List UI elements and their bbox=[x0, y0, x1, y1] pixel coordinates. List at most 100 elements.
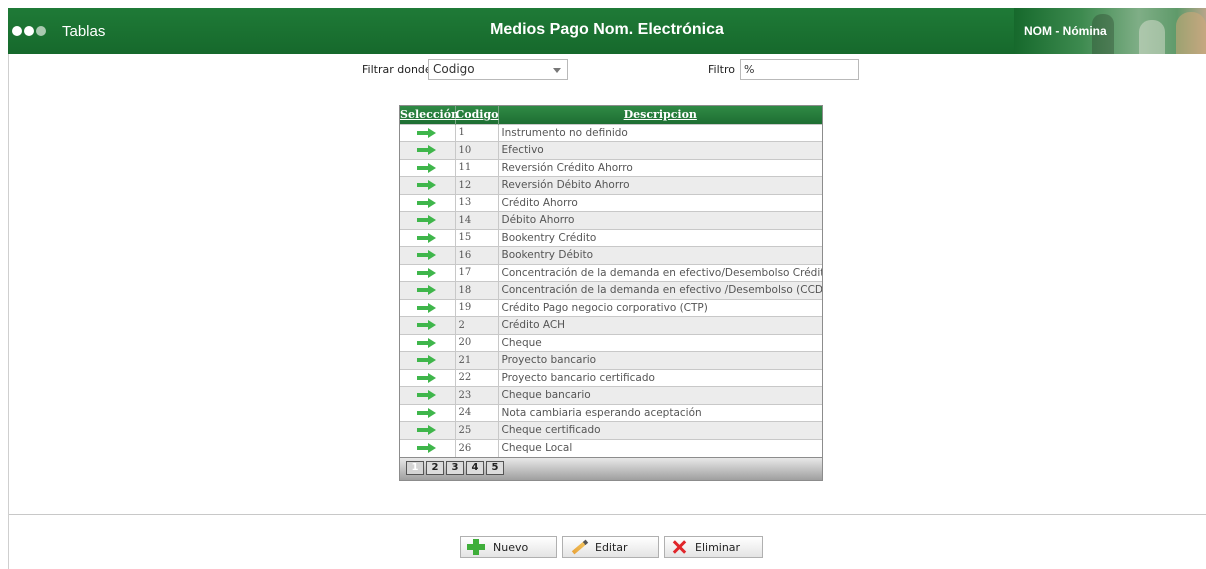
divider bbox=[9, 514, 1206, 515]
code-cell: 25 bbox=[455, 421, 499, 439]
plus-icon bbox=[467, 539, 485, 555]
select-arrow-icon[interactable] bbox=[417, 355, 437, 366]
select-arrow-icon[interactable] bbox=[417, 250, 437, 261]
table-row[interactable]: 1 Instrumento no definido bbox=[400, 123, 822, 142]
table-row[interactable]: 26 Cheque Local bbox=[400, 438, 822, 457]
page-button[interactable]: 4 bbox=[466, 460, 484, 475]
filter-input[interactable] bbox=[740, 59, 859, 80]
select-cell[interactable] bbox=[400, 386, 456, 404]
table-row[interactable]: 20 Cheque bbox=[400, 333, 822, 352]
select-arrow-icon[interactable] bbox=[417, 407, 437, 418]
description-cell: Proyecto bancario certificado bbox=[498, 368, 822, 387]
description-cell: Cheque Local bbox=[498, 438, 822, 457]
column-header-seleccion[interactable]: Selección bbox=[400, 106, 459, 124]
filter-where-label: Filtrar donde bbox=[362, 63, 432, 76]
select-cell[interactable] bbox=[400, 403, 456, 422]
page-button[interactable]: 3 bbox=[446, 460, 464, 475]
table-row[interactable]: 11 Reversión Crédito Ahorro bbox=[400, 158, 822, 177]
table-row[interactable]: 14 Débito Ahorro bbox=[400, 211, 822, 229]
new-button-label: Nuevo bbox=[493, 540, 529, 554]
table-row[interactable]: 17 Concentración de la demanda en efectiv… bbox=[400, 263, 822, 282]
table-row[interactable]: 25 Cheque certificado bbox=[400, 421, 822, 439]
select-arrow-icon[interactable] bbox=[417, 443, 437, 453]
code-cell: 14 bbox=[455, 211, 499, 229]
window-dots-icon[interactable] bbox=[12, 26, 46, 36]
select-cell[interactable] bbox=[400, 158, 456, 177]
select-cell[interactable] bbox=[400, 141, 456, 159]
delete-button-label: Eliminar bbox=[695, 540, 741, 554]
table-row[interactable]: 16 Bookentry Débito bbox=[400, 246, 822, 264]
table-row[interactable]: 18 Concentración de la demanda en efectiv… bbox=[400, 281, 822, 299]
table-row[interactable]: 19 Crédito Pago negocio corporativo (CTP) bbox=[400, 298, 822, 317]
select-cell[interactable] bbox=[400, 263, 456, 282]
table-row[interactable]: 22 Proyecto bancario certificado bbox=[400, 368, 822, 387]
table-row[interactable]: 2 Crédito ACH bbox=[400, 316, 822, 334]
pencil-icon bbox=[569, 539, 587, 555]
select-arrow-icon[interactable] bbox=[417, 372, 437, 383]
table-row[interactable]: 10 Efectivo bbox=[400, 141, 822, 159]
code-cell: 23 bbox=[455, 386, 499, 404]
select-cell[interactable] bbox=[400, 193, 456, 212]
select-cell[interactable] bbox=[400, 228, 456, 247]
code-cell: 26 bbox=[455, 438, 499, 457]
filter-field-select[interactable]: Codigo bbox=[428, 59, 568, 80]
code-cell: 22 bbox=[455, 368, 499, 387]
select-arrow-icon[interactable] bbox=[417, 180, 437, 191]
dot-icon bbox=[24, 26, 34, 36]
select-arrow-icon[interactable] bbox=[417, 390, 437, 401]
table-row[interactable]: 23 Cheque bancario bbox=[400, 386, 822, 404]
select-cell[interactable] bbox=[400, 211, 456, 229]
delete-button[interactable]: Eliminar bbox=[664, 536, 763, 558]
table-row[interactable]: 13 Crédito Ahorro bbox=[400, 193, 822, 212]
table-row[interactable]: 12 Reversión Débito Ahorro bbox=[400, 176, 822, 194]
select-arrow-icon[interactable] bbox=[417, 425, 437, 436]
select-cell[interactable] bbox=[400, 421, 456, 439]
description-cell: Crédito Pago negocio corporativo (CTP) bbox=[498, 298, 822, 317]
select-cell[interactable] bbox=[400, 298, 456, 317]
code-cell: 15 bbox=[455, 228, 499, 247]
select-cell[interactable] bbox=[400, 316, 456, 334]
title-bar: Tablas Medios Pago Nom. Electrónica NOM … bbox=[8, 8, 1206, 54]
select-cell[interactable] bbox=[400, 351, 456, 369]
description-cell: Proyecto bancario bbox=[498, 351, 822, 369]
select-cell[interactable] bbox=[400, 281, 456, 299]
code-cell: 12 bbox=[455, 176, 499, 194]
filter-field-value: Codigo bbox=[433, 62, 475, 76]
select-arrow-icon[interactable] bbox=[417, 197, 437, 208]
code-cell: 10 bbox=[455, 141, 499, 159]
select-arrow-icon[interactable] bbox=[417, 320, 437, 331]
select-arrow-icon[interactable] bbox=[417, 215, 437, 226]
description-cell: Instrumento no definido bbox=[498, 123, 822, 142]
column-header-codigo[interactable]: Codigo bbox=[455, 106, 499, 124]
banner-person-image bbox=[1139, 20, 1165, 54]
select-arrow-icon[interactable] bbox=[417, 145, 437, 156]
select-arrow-icon[interactable] bbox=[417, 285, 437, 296]
select-arrow-icon[interactable] bbox=[417, 302, 437, 313]
select-cell[interactable] bbox=[400, 176, 456, 194]
select-arrow-icon[interactable] bbox=[417, 127, 437, 138]
page-button[interactable]: 5 bbox=[486, 460, 504, 475]
select-arrow-icon[interactable] bbox=[417, 267, 437, 278]
page-button[interactable]: 2 bbox=[426, 460, 444, 475]
column-header-descripcion[interactable]: Descripcion bbox=[498, 106, 822, 124]
select-cell[interactable] bbox=[400, 438, 456, 457]
table-row[interactable]: 24 Nota cambiaria esperando aceptación bbox=[400, 403, 822, 422]
table-row[interactable]: 21 Proyecto bancario bbox=[400, 351, 822, 369]
filter-label: Filtro bbox=[708, 63, 735, 76]
table-row[interactable]: 15 Bookentry Crédito bbox=[400, 228, 822, 247]
new-button[interactable]: Nuevo bbox=[460, 536, 557, 558]
banner-person-image bbox=[1176, 12, 1206, 54]
code-cell: 16 bbox=[455, 246, 499, 264]
select-arrow-icon[interactable] bbox=[417, 162, 437, 173]
edit-button[interactable]: Editar bbox=[562, 536, 659, 558]
dot-icon bbox=[12, 26, 22, 36]
select-cell[interactable] bbox=[400, 246, 456, 264]
page-button[interactable]: 1 bbox=[406, 460, 424, 475]
select-cell[interactable] bbox=[400, 333, 456, 352]
data-grid: Selección Codigo Descripcion 1 Instrument… bbox=[399, 105, 823, 481]
select-cell[interactable] bbox=[400, 123, 456, 142]
app-title[interactable]: Tablas bbox=[62, 23, 105, 40]
select-arrow-icon[interactable] bbox=[417, 232, 437, 243]
select-cell[interactable] bbox=[400, 368, 456, 387]
select-arrow-icon[interactable] bbox=[417, 337, 437, 348]
